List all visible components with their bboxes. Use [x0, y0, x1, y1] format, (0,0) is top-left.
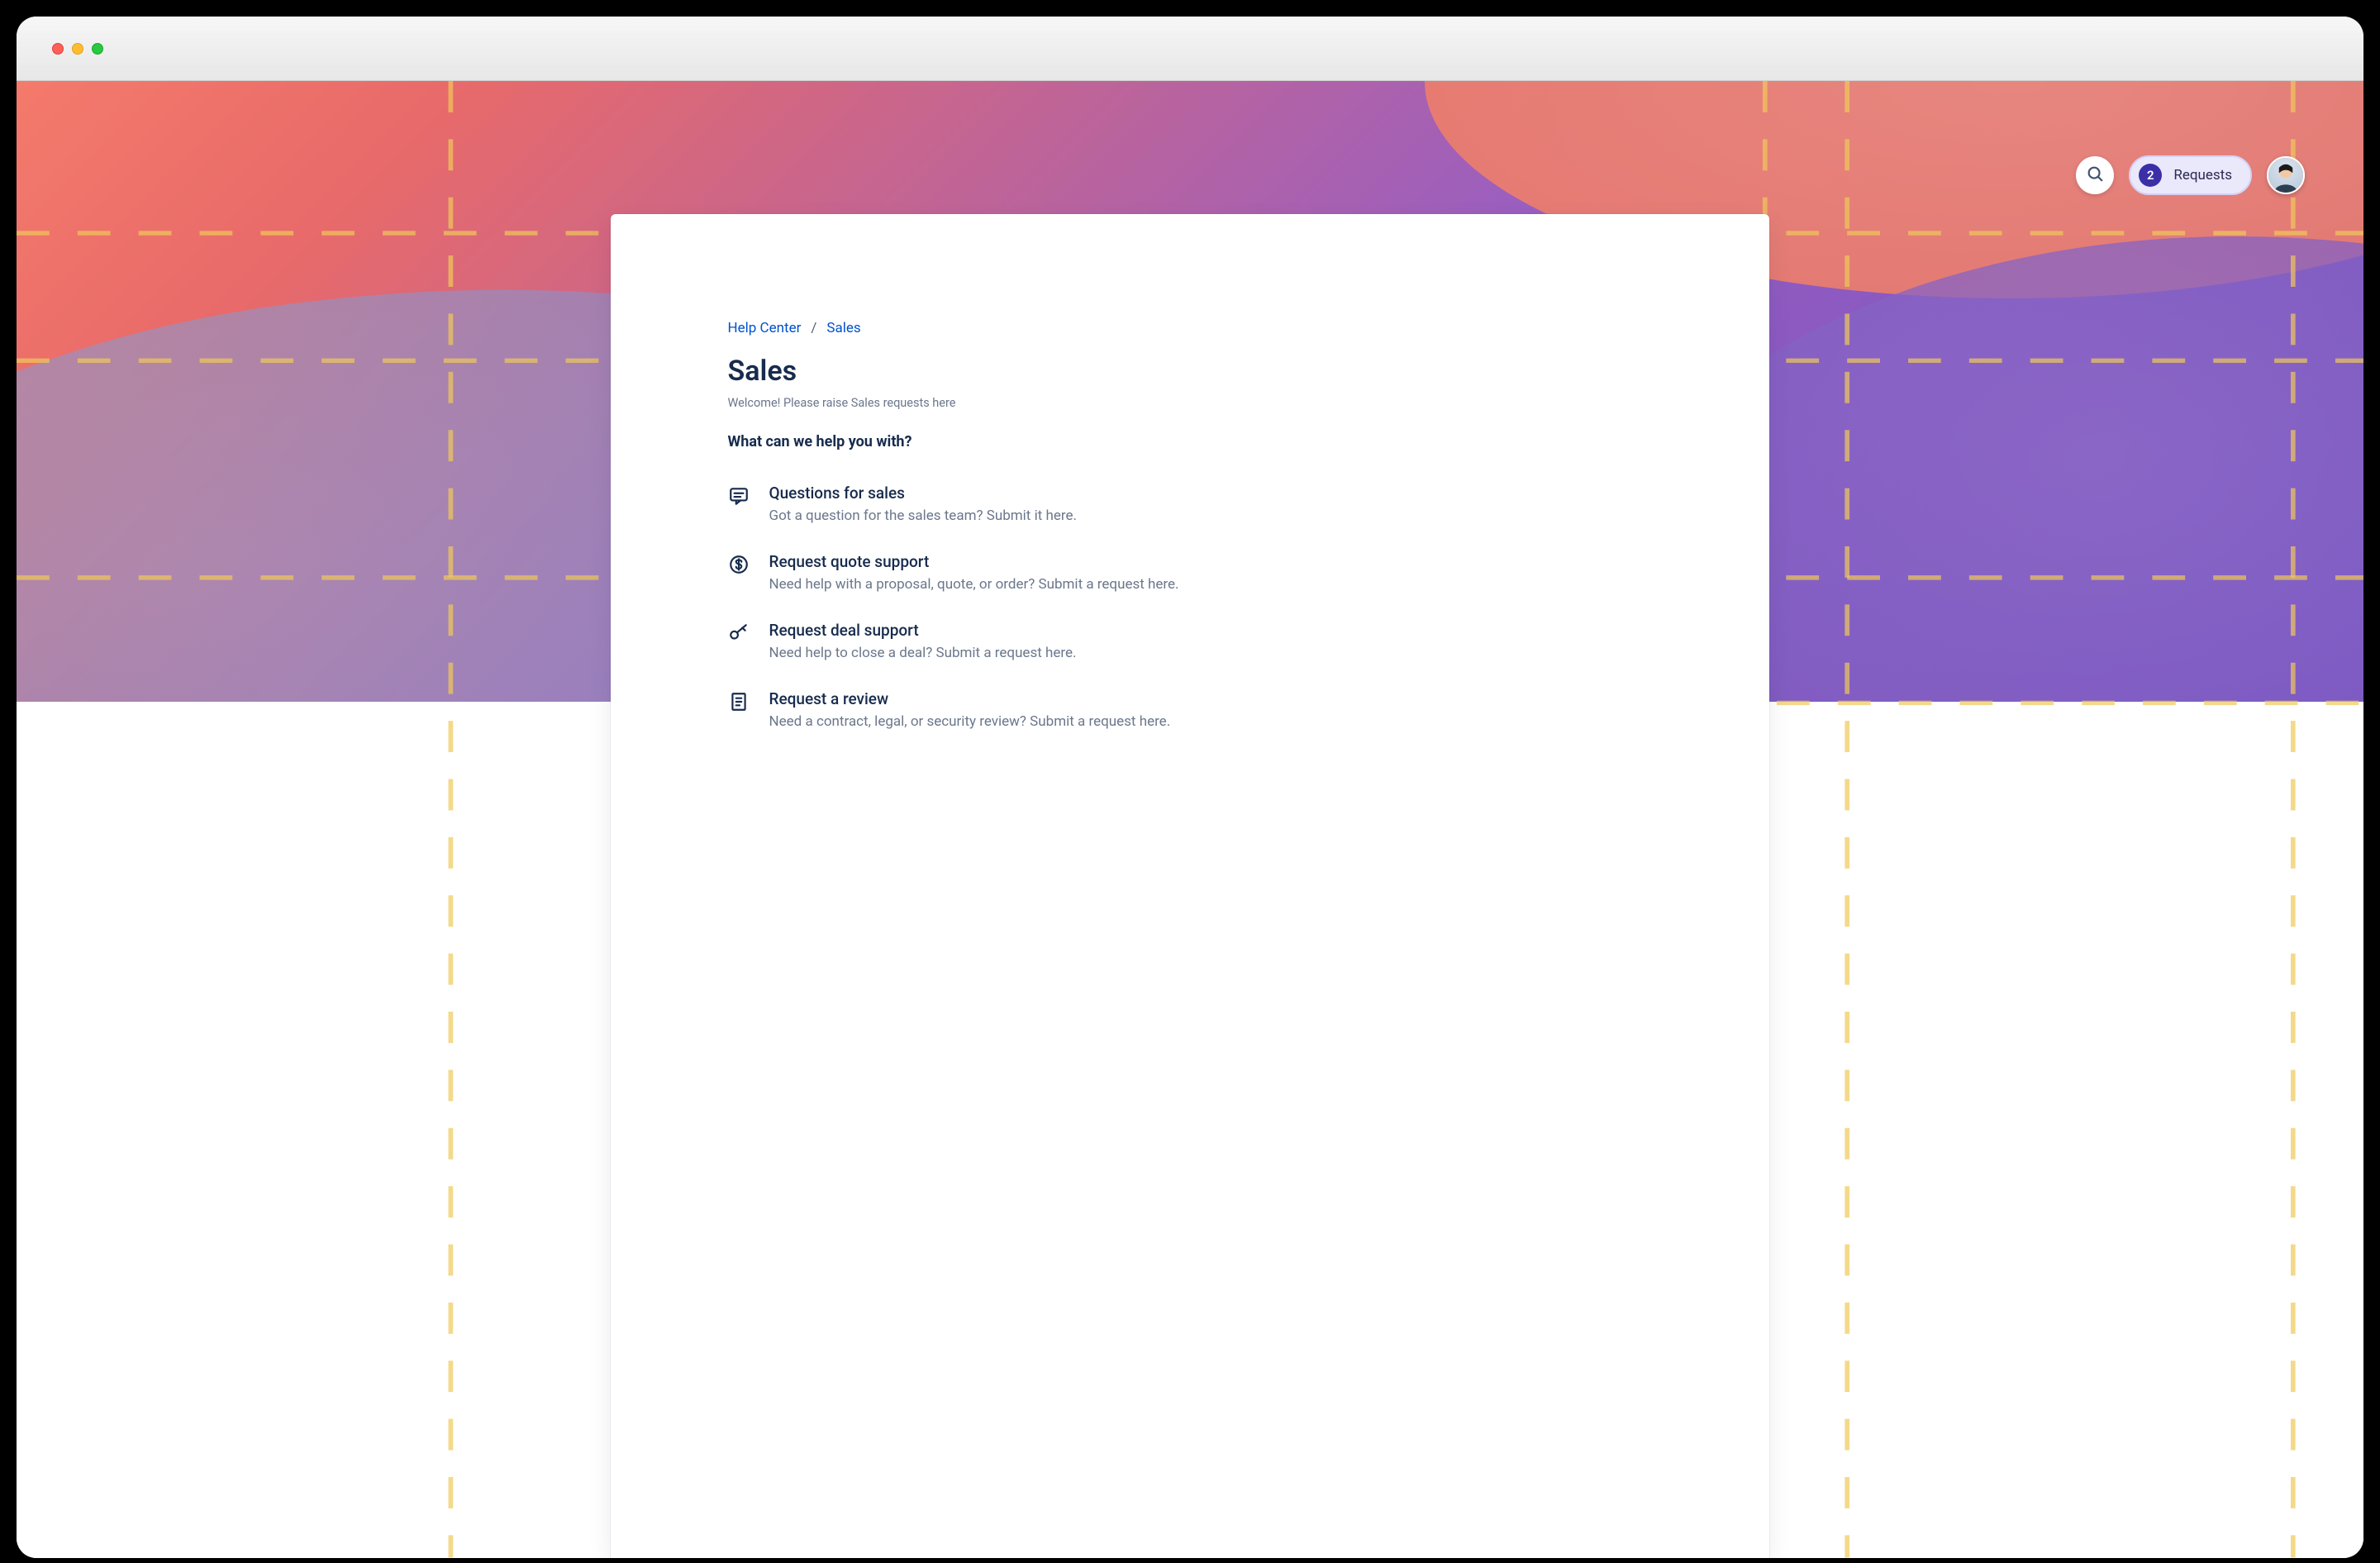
request-type-questions[interactable]: Questions for sales Got a question for t… — [728, 484, 1653, 524]
page-subtitle: Welcome! Please raise Sales requests her… — [728, 396, 1653, 410]
chat-icon — [728, 485, 750, 507]
window-minimize-button[interactable] — [72, 43, 83, 55]
request-type-list: Questions for sales Got a question for t… — [728, 484, 1653, 730]
request-type-title: Request a review — [769, 689, 1653, 708]
document-icon — [728, 691, 750, 712]
request-type-title: Request quote support — [769, 552, 1653, 571]
breadcrumb-separator: / — [811, 320, 816, 336]
request-type-quote[interactable]: Request quote support Need help with a p… — [728, 552, 1653, 593]
topbar: 2 Requests — [2076, 155, 2305, 195]
requests-button[interactable]: 2 Requests — [2129, 155, 2252, 195]
request-type-deal[interactable]: Request deal support Need help to close … — [728, 621, 1653, 661]
breadcrumb: Help Center / Sales — [728, 320, 1653, 336]
breadcrumb-root-link[interactable]: Help Center — [728, 320, 802, 336]
request-type-desc: Need help with a proposal, quote, or ord… — [769, 576, 1653, 593]
request-type-review[interactable]: Request a review Need a contract, legal,… — [728, 689, 1653, 730]
key-icon — [728, 622, 750, 644]
search-button[interactable] — [2076, 156, 2114, 194]
window-titlebar — [17, 17, 2363, 81]
window-close-button[interactable] — [52, 43, 64, 55]
window-zoom-button[interactable] — [92, 43, 103, 55]
request-type-desc: Got a question for the sales team? Submi… — [769, 507, 1653, 524]
browser-window: 2 Requests — [17, 17, 2363, 1558]
request-type-desc: Need help to close a deal? Submit a requ… — [769, 645, 1653, 661]
search-icon — [2086, 164, 2104, 186]
help-heading: What can we help you with? — [728, 433, 1653, 450]
requests-count-badge: 2 — [2139, 164, 2162, 187]
request-type-title: Questions for sales — [769, 484, 1653, 503]
page-title: Sales — [728, 355, 1653, 388]
main-card: Help Center / Sales Sales Welcome! Pleas… — [611, 214, 1770, 1558]
requests-label: Requests — [2173, 167, 2232, 183]
app-viewport: 2 Requests — [17, 81, 2363, 1557]
dollar-icon — [728, 554, 750, 575]
breadcrumb-current-link[interactable]: Sales — [826, 320, 860, 336]
request-type-desc: Need a contract, legal, or security revi… — [769, 713, 1653, 730]
user-avatar[interactable] — [2267, 156, 2305, 194]
request-type-title: Request deal support — [769, 621, 1653, 640]
